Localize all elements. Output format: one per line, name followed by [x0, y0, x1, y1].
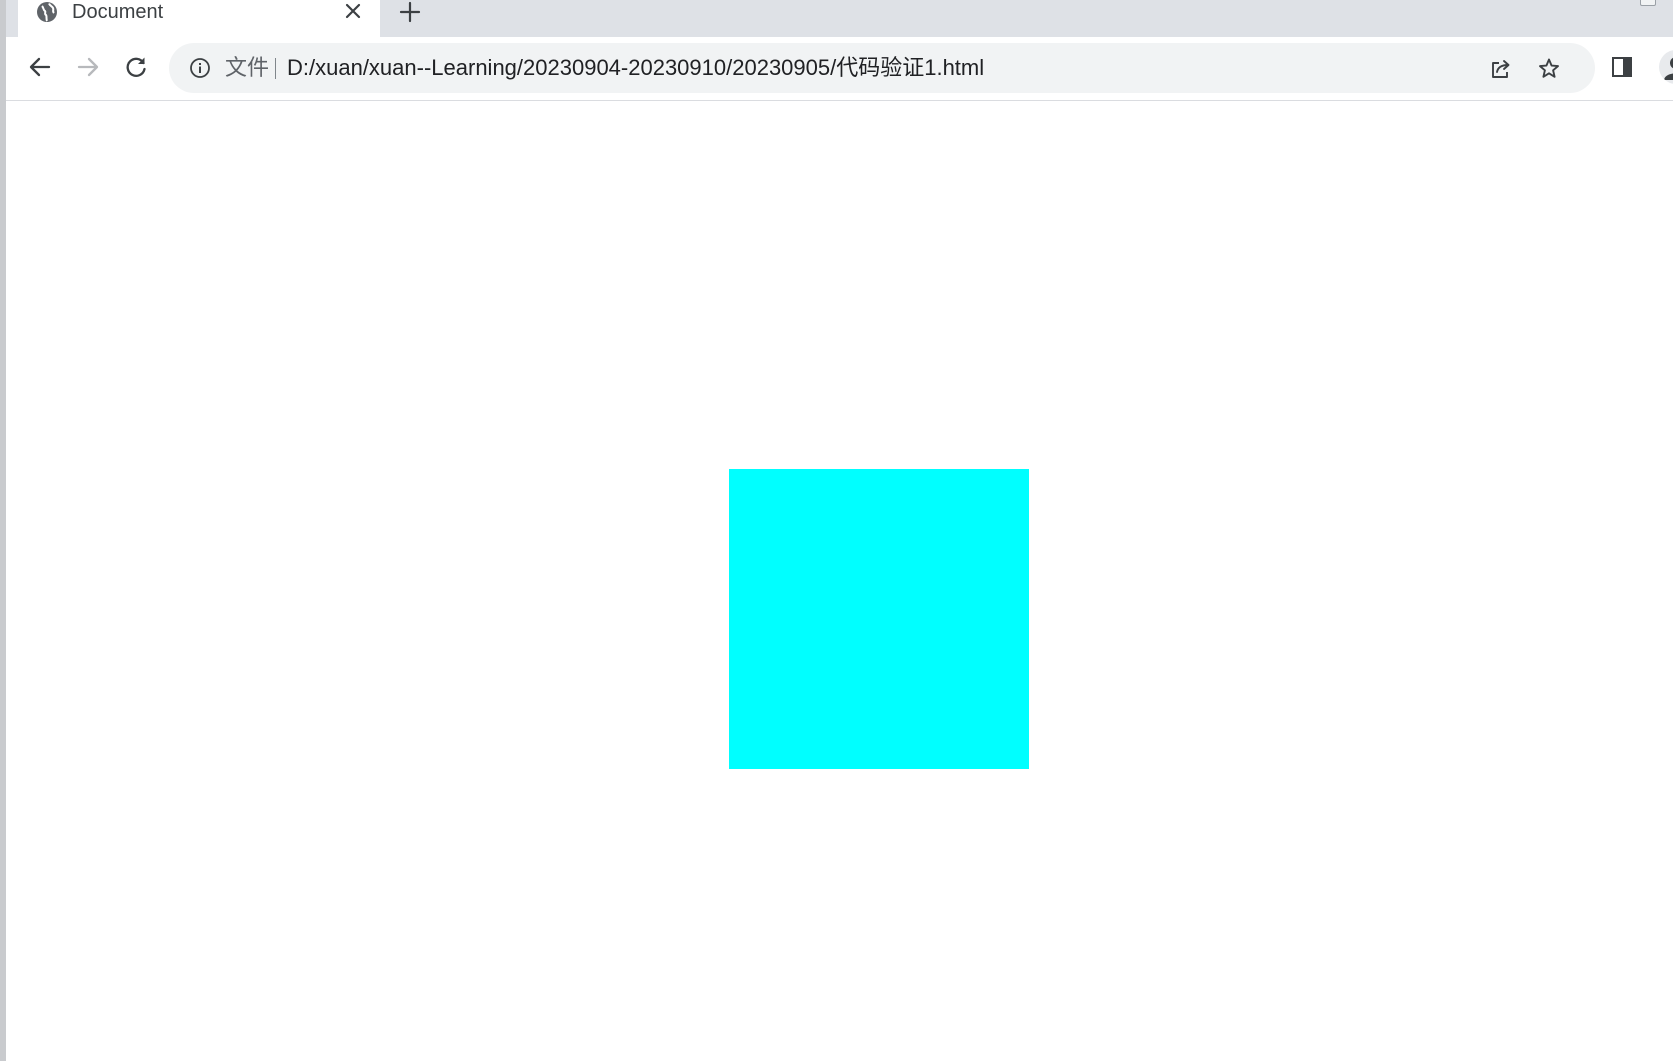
close-icon[interactable] — [341, 0, 365, 23]
tab-title: Document — [72, 1, 164, 23]
info-icon[interactable] — [188, 56, 212, 80]
reload-button[interactable] — [118, 49, 154, 85]
url-text[interactable]: D:/xuan/xuan--Learning/20230904-20230910… — [287, 55, 984, 81]
toolbar: 文件 D:/xuan/xuan--Learning/20230904-20230… — [6, 37, 1673, 101]
reload-icon — [126, 57, 146, 77]
star-icon[interactable] — [1535, 55, 1563, 83]
browser-window: Document 文件 D:/xuan/xuan--Learning/20230… — [0, 0, 1673, 1061]
address-bar[interactable]: 文件 D:/xuan/xuan--Learning/20230904-20230… — [169, 43, 1595, 93]
side-panel-button[interactable] — [1606, 51, 1638, 83]
side-panel-icon — [1612, 57, 1632, 77]
globe-icon — [35, 0, 59, 24]
arrow-left-icon — [29, 57, 51, 77]
window-restore-icon[interactable] — [1640, 0, 1656, 6]
cyan-square — [729, 469, 1029, 769]
person-icon — [1664, 57, 1673, 80]
plus-icon[interactable] — [397, 0, 423, 25]
forward-button[interactable] — [70, 49, 106, 85]
scheme-divider — [275, 58, 276, 79]
share-icon[interactable] — [1487, 55, 1515, 83]
scheme-label: 文件 — [225, 55, 270, 80]
arrow-right-icon — [77, 57, 99, 77]
window-left-edge — [0, 0, 6, 1061]
profile-button[interactable] — [1659, 50, 1673, 84]
back-button[interactable] — [22, 49, 58, 85]
tab-strip: Document — [0, 0, 1673, 37]
page-viewport — [6, 101, 1673, 1061]
